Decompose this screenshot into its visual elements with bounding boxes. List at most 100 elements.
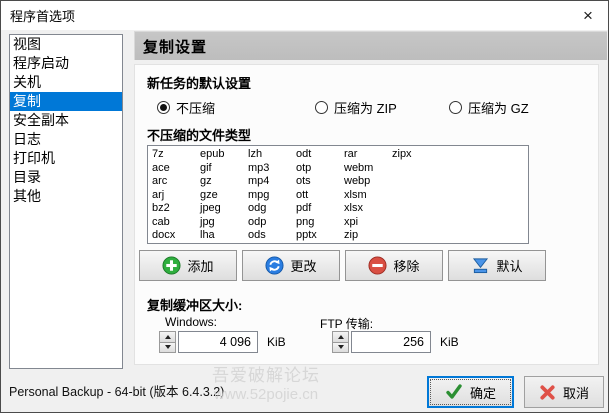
filetype-item[interactable]: ott xyxy=(296,189,344,203)
default-button[interactable]: 默认 xyxy=(448,250,546,281)
ok-button-label: 确定 xyxy=(470,383,496,402)
radio-label: 压缩为 GZ xyxy=(468,98,529,117)
filetype-item[interactable]: pdf xyxy=(296,202,344,216)
filetype-item[interactable]: png xyxy=(296,216,344,230)
version-status-text: Personal Backup - 64-bit (版本 6.4.3.2) xyxy=(9,381,224,400)
filetype-item[interactable]: zip xyxy=(344,229,392,243)
filetype-item[interactable]: 7z xyxy=(152,148,200,162)
filetype-item[interactable]: odp xyxy=(248,216,296,230)
arrow-down-icon xyxy=(165,345,171,349)
filetype-item[interactable]: ods xyxy=(248,229,296,243)
windows-buffer-spinner: KiB xyxy=(159,331,286,353)
sidebar-item-other[interactable]: 其他 xyxy=(10,187,122,206)
filetype-item[interactable]: gze xyxy=(200,189,248,203)
arrow-up-icon xyxy=(165,335,171,339)
windows-buffer-label: Windows: xyxy=(165,315,217,329)
radio-circle-icon xyxy=(449,101,462,114)
filetype-item[interactable]: webm xyxy=(344,162,392,176)
spin-down-button[interactable] xyxy=(159,342,176,354)
cancel-button[interactable]: 取消 xyxy=(524,376,604,408)
filetype-item[interactable]: xlsx xyxy=(344,202,392,216)
default-button-label: 默认 xyxy=(496,256,522,275)
minus-circle-icon xyxy=(368,256,387,275)
sidebar-item-shutdown[interactable]: 关机 xyxy=(10,73,122,92)
filetypes-title: 不压缩的文件类型 xyxy=(147,125,251,144)
cancel-button-label: 取消 xyxy=(563,383,589,402)
change-button-label: 更改 xyxy=(290,256,316,275)
ok-button[interactable]: 确定 xyxy=(427,376,514,408)
plus-circle-icon xyxy=(162,256,181,275)
ftp-buffer-input[interactable] xyxy=(351,331,431,353)
filetype-item[interactable]: cab xyxy=(152,216,200,230)
filetype-item[interactable]: gz xyxy=(200,175,248,189)
radio-circle-icon xyxy=(315,101,328,114)
close-icon[interactable]: × xyxy=(568,1,608,30)
ftp-buffer-label: FTP 传输: xyxy=(320,315,373,332)
filetype-item[interactable]: jpeg xyxy=(200,202,248,216)
check-icon xyxy=(445,383,463,401)
radio-no-compress[interactable]: 不压缩 xyxy=(157,98,215,117)
change-button[interactable]: 更改 xyxy=(242,250,340,281)
filetype-item[interactable]: docx xyxy=(152,229,200,243)
preferences-dialog: 程序首选项 × 视图程序启动关机复制安全副本日志打印机目录其他 复制设置 新任务… xyxy=(0,0,609,413)
filetype-item[interactable]: jpg xyxy=(200,216,248,230)
radio-compress-zip[interactable]: 压缩为 ZIP xyxy=(315,98,397,117)
radio-circle-icon xyxy=(157,101,170,114)
sidebar-item-printer[interactable]: 打印机 xyxy=(10,149,122,168)
settings-panel: 新任务的默认设置 不压缩 压缩为 ZIP 压缩为 GZ 不压缩的文件类型 7za… xyxy=(134,64,599,365)
filetype-item[interactable]: bz2 xyxy=(152,202,200,216)
radio-label: 压缩为 ZIP xyxy=(334,98,397,117)
filetype-item[interactable]: ace xyxy=(152,162,200,176)
filetype-toolbar: 添加 更改 移除 xyxy=(139,250,546,281)
sidebar-item-log[interactable]: 日志 xyxy=(10,130,122,149)
filetype-item[interactable]: lha xyxy=(200,229,248,243)
filetype-item[interactable]: epub xyxy=(200,148,248,162)
filetype-item[interactable]: xlsm xyxy=(344,189,392,203)
ftp-buffer-unit: KiB xyxy=(440,335,459,349)
filetype-listbox[interactable]: 7zacearcarjbz2cabdocx epubgifgzgzejpegjpg… xyxy=(147,145,529,244)
window-title: 程序首选项 xyxy=(1,6,75,25)
page-header: 复制设置 xyxy=(134,31,607,60)
arrow-up-icon xyxy=(338,335,344,339)
spinner-updown xyxy=(159,331,176,353)
filetype-item[interactable]: ots xyxy=(296,175,344,189)
filetype-item[interactable]: odg xyxy=(248,202,296,216)
windows-buffer-input[interactable] xyxy=(178,331,258,353)
buffer-size-title: 复制缓冲区大小: xyxy=(147,295,242,314)
arrow-down-icon xyxy=(338,345,344,349)
filetype-item[interactable]: rar xyxy=(344,148,392,162)
filetype-item[interactable]: mpg xyxy=(248,189,296,203)
spinner-updown xyxy=(332,331,349,353)
add-button[interactable]: 添加 xyxy=(139,250,237,281)
filetype-item[interactable]: lzh xyxy=(248,148,296,162)
sidebar-item-directory[interactable]: 目录 xyxy=(10,168,122,187)
category-list[interactable]: 视图程序启动关机复制安全副本日志打印机目录其他 xyxy=(9,34,123,369)
radio-compress-gz[interactable]: 压缩为 GZ xyxy=(449,98,529,117)
defaults-group-title: 新任务的默认设置 xyxy=(147,73,251,92)
remove-button[interactable]: 移除 xyxy=(345,250,443,281)
filetype-item[interactable]: arc xyxy=(152,175,200,189)
filetype-item[interactable]: pptx xyxy=(296,229,344,243)
radio-label: 不压缩 xyxy=(176,98,215,117)
add-button-label: 添加 xyxy=(187,256,213,275)
sidebar-item-view[interactable]: 视图 xyxy=(10,35,122,54)
filetype-item[interactable]: arj xyxy=(152,189,200,203)
ftp-buffer-spinner: KiB xyxy=(332,331,459,353)
filetype-item[interactable]: xpi xyxy=(344,216,392,230)
title-bar: 程序首选项 × xyxy=(1,1,608,30)
filetype-item[interactable]: mp4 xyxy=(248,175,296,189)
filetype-item[interactable]: zipx xyxy=(392,148,440,162)
filetype-item[interactable]: webp xyxy=(344,175,392,189)
filetype-item[interactable]: mp3 xyxy=(248,162,296,176)
spin-down-button[interactable] xyxy=(332,342,349,354)
refresh-circle-icon xyxy=(265,256,284,275)
filetype-item[interactable]: gif xyxy=(200,162,248,176)
sidebar-item-startup[interactable]: 程序启动 xyxy=(10,54,122,73)
x-icon xyxy=(539,384,556,401)
filetype-item[interactable]: otp xyxy=(296,162,344,176)
remove-button-label: 移除 xyxy=(393,256,419,275)
page-title: 复制设置 xyxy=(135,36,207,57)
filetype-item[interactable]: odt xyxy=(296,148,344,162)
sidebar-item-copy[interactable]: 复制 xyxy=(10,92,122,111)
sidebar-item-security-copy[interactable]: 安全副本 xyxy=(10,111,122,130)
